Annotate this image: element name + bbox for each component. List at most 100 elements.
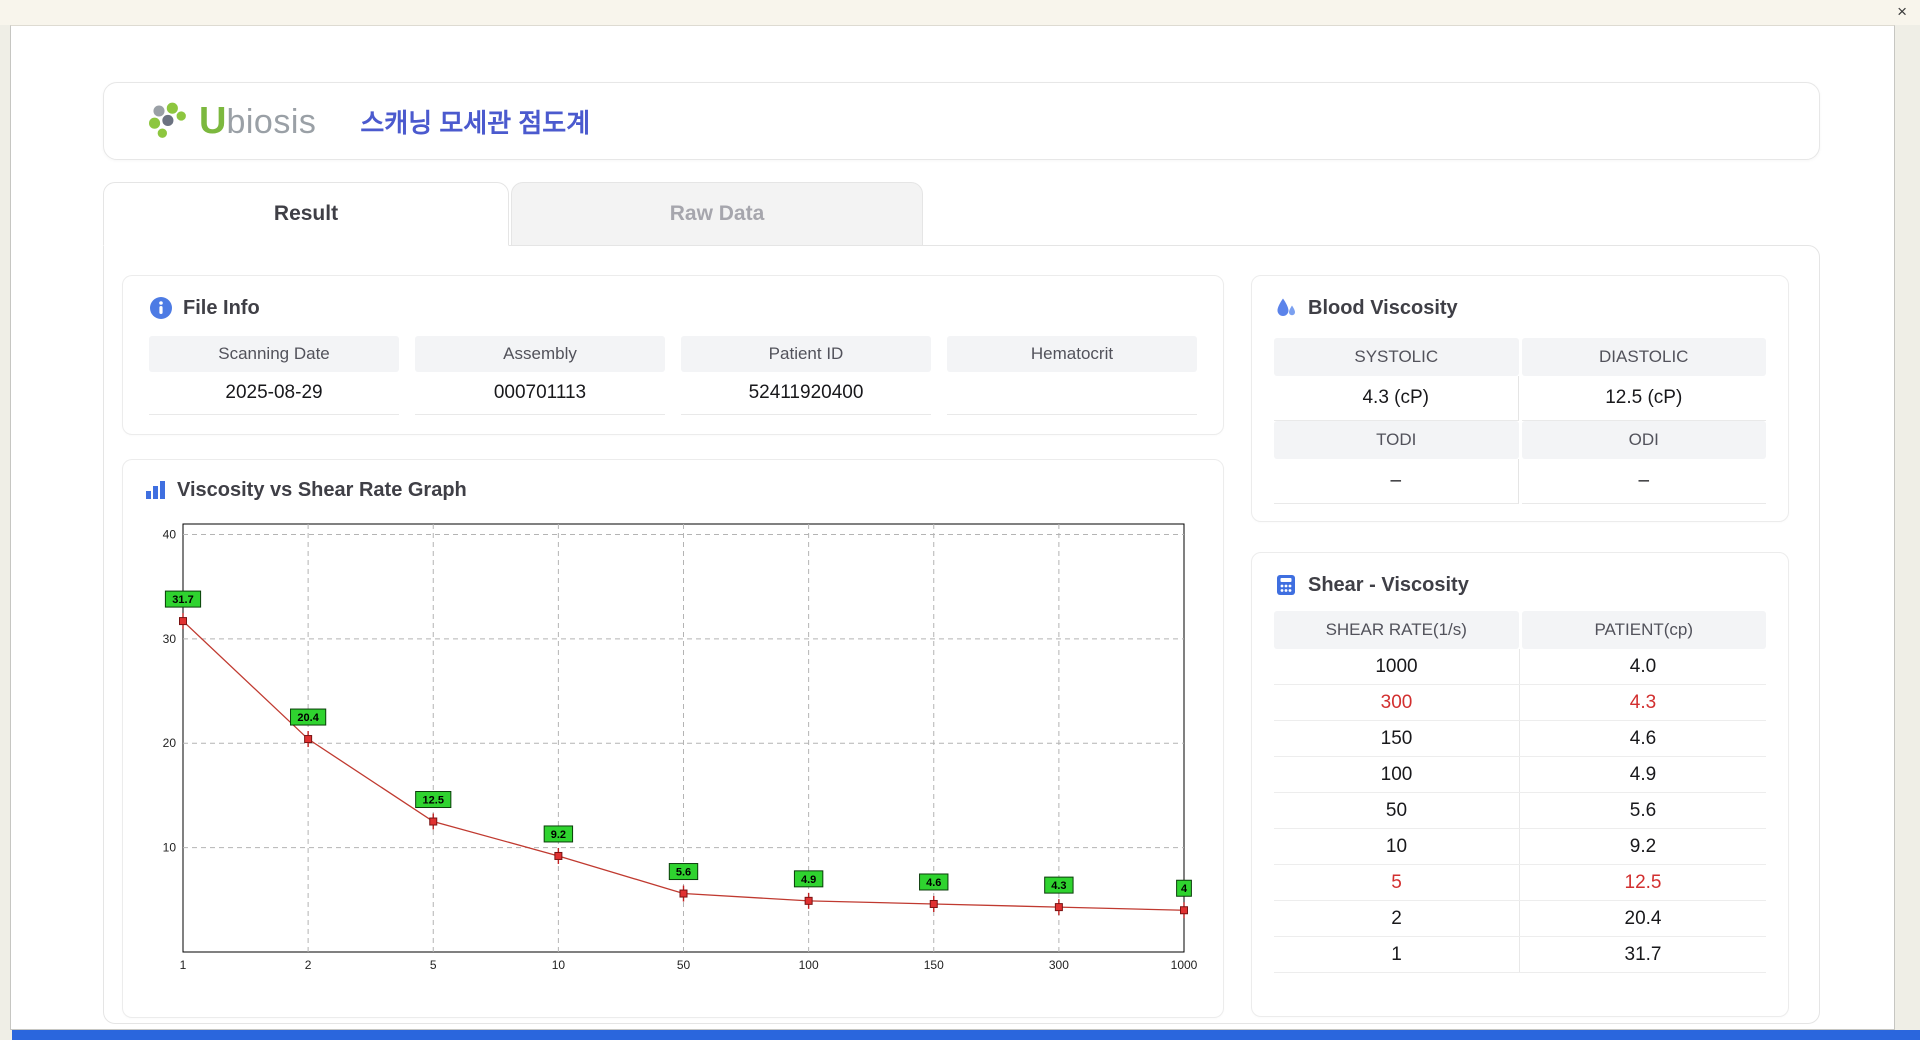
field-scanning-date: Scanning Date 2025-08-29 xyxy=(149,336,399,415)
svg-text:100: 100 xyxy=(799,958,819,972)
patient-viscosity-value: 4.6 xyxy=(1629,727,1657,749)
blood-viscosity-grid: SYSTOLIC DIASTOLIC 4.3 (cP) 12.5 (cP) TO… xyxy=(1274,338,1766,504)
field-value: 2025-08-29 xyxy=(149,372,399,415)
right-column: Blood Viscosity SYSTOLIC DIASTOLIC 4.3 (… xyxy=(1251,275,1789,1023)
svg-text:1000: 1000 xyxy=(1171,958,1198,972)
svg-text:31.7: 31.7 xyxy=(172,594,193,606)
svg-text:50: 50 xyxy=(677,958,691,972)
blood-viscosity-card: Blood Viscosity SYSTOLIC DIASTOLIC 4.3 (… xyxy=(1251,275,1789,522)
diastolic-value: 12.5 (cP) xyxy=(1521,376,1766,421)
app-window: Ubiosis 스캐닝 모세관 점도계 Result Raw Data File… xyxy=(10,25,1895,1030)
patient-viscosity-value: 20.4 xyxy=(1624,907,1662,929)
info-icon xyxy=(150,297,172,319)
shear-rate-column-header: SHEAR RATE(1/s) xyxy=(1274,611,1519,649)
svg-text:40: 40 xyxy=(163,527,177,541)
logo-text: Ubiosis xyxy=(199,100,316,143)
shear-viscosity-row: 1000 4.0 xyxy=(1274,649,1766,685)
patient-viscosity-value: 9.2 xyxy=(1629,835,1657,857)
field-patient-id: Patient ID 52411920400 xyxy=(681,336,931,415)
shear-viscosity-title: Shear - Viscosity xyxy=(1308,573,1469,596)
droplet-icon xyxy=(1277,298,1295,316)
window-bottom-edge xyxy=(12,1030,1920,1040)
patient-viscosity-value: 12.5 xyxy=(1624,871,1662,893)
shear-viscosity-row: 1 31.7 xyxy=(1274,937,1766,973)
svg-text:30: 30 xyxy=(163,632,177,646)
svg-text:10: 10 xyxy=(552,958,566,972)
field-value: 52411920400 xyxy=(681,372,931,415)
svg-text:5.6: 5.6 xyxy=(676,867,691,879)
patient-viscosity-value: 4.9 xyxy=(1629,763,1657,785)
shear-viscosity-card: Shear - Viscosity SHEAR RATE(1/s) PATIEN… xyxy=(1251,552,1789,1017)
shear-viscosity-row: 50 5.6 xyxy=(1274,793,1766,829)
shear-rate-value: 1000 xyxy=(1274,649,1520,684)
file-info-title: File Info xyxy=(183,296,260,319)
svg-text:9.2: 9.2 xyxy=(551,829,566,841)
field-assembly: Assembly 000701113 xyxy=(415,336,665,415)
shear-viscosity-row: 5 12.5 xyxy=(1274,865,1766,901)
app-title: 스캐닝 모세관 점도계 xyxy=(360,107,591,138)
tab-bar: Result Raw Data xyxy=(103,182,1894,246)
shear-rate-value: 10 xyxy=(1274,829,1520,864)
svg-text:4.6: 4.6 xyxy=(926,877,941,889)
shear-viscosity-row: 2 20.4 xyxy=(1274,901,1766,937)
svg-text:2: 2 xyxy=(305,958,312,972)
shear-viscosity-header: Shear - Viscosity xyxy=(1274,573,1766,597)
logo-text-rest: biosis xyxy=(226,102,317,141)
tab-raw-data[interactable]: Raw Data xyxy=(511,182,923,246)
svg-text:12.5: 12.5 xyxy=(423,795,444,807)
svg-text:20.4: 20.4 xyxy=(297,712,319,724)
todi-label: TODI xyxy=(1274,421,1519,459)
shear-viscosity-table: SHEAR RATE(1/s) PATIENT(cp) 1000 4.0 300 4.… xyxy=(1274,611,1766,973)
svg-text:1: 1 xyxy=(180,958,187,972)
patient-column-header: PATIENT(cp) xyxy=(1521,611,1766,649)
shear-rate-value: 50 xyxy=(1274,793,1520,828)
left-column: File Info Scanning Date 2025-08-29 Assem… xyxy=(122,275,1224,1023)
odi-label: ODI xyxy=(1521,421,1766,459)
window-titlebar: × xyxy=(0,0,1920,25)
shear-viscosity-rows: 1000 4.0 300 4.3 150 4.6 100 4.9 50 5.6 10 9.2 5 12.5… xyxy=(1274,649,1766,973)
svg-text:20: 20 xyxy=(163,736,177,750)
calculator-icon xyxy=(1277,575,1295,595)
systolic-value: 4.3 (cP) xyxy=(1274,376,1519,421)
diastolic-label: DIASTOLIC xyxy=(1521,338,1766,376)
svg-text:150: 150 xyxy=(924,958,944,972)
viscosity-shear-chart: 10 20 30 40 1 2 5 10 50 100 150 300 1000 31.7 20.4 12.5… xyxy=(163,523,1198,972)
shear-rate-value: 1 xyxy=(1274,937,1520,972)
shear-rate-value: 150 xyxy=(1274,721,1520,756)
patient-viscosity-value: 5.6 xyxy=(1629,799,1657,821)
graph-title: Viscosity vs Shear Rate Graph xyxy=(177,478,467,501)
field-label: Scanning Date xyxy=(149,336,399,372)
svg-text:4.9: 4.9 xyxy=(801,874,816,886)
tab-result-label: Result xyxy=(273,202,339,225)
svg-text:4: 4 xyxy=(1181,883,1188,895)
shear-rate-value: 300 xyxy=(1274,685,1520,720)
tab-result[interactable]: Result xyxy=(103,182,509,246)
ubiosis-logo: Ubiosis xyxy=(146,100,316,143)
shear-viscosity-row: 300 4.3 xyxy=(1274,685,1766,721)
result-panel: File Info Scanning Date 2025-08-29 Assem… xyxy=(103,245,1820,1024)
logo-text-u: U xyxy=(199,99,227,142)
close-icon[interactable]: × xyxy=(1897,2,1907,22)
svg-text:4.3: 4.3 xyxy=(1051,880,1066,892)
svg-text:300: 300 xyxy=(1049,958,1069,972)
shear-rate-value: 2 xyxy=(1274,901,1520,936)
odi-value: – xyxy=(1521,459,1766,504)
shear-viscosity-table-head: SHEAR RATE(1/s) PATIENT(cp) xyxy=(1274,611,1766,649)
todi-value: – xyxy=(1274,459,1519,504)
field-value xyxy=(947,372,1197,415)
blood-viscosity-header: Blood Viscosity xyxy=(1274,296,1766,320)
field-hematocrit: Hematocrit xyxy=(947,336,1197,415)
file-info-card: File Info Scanning Date 2025-08-29 Assem… xyxy=(122,275,1224,435)
shear-rate-value: 5 xyxy=(1274,865,1520,900)
field-value: 000701113 xyxy=(415,372,665,415)
header-card: Ubiosis 스캐닝 모세관 점도계 xyxy=(103,82,1820,160)
shear-viscosity-row: 100 4.9 xyxy=(1274,757,1766,793)
bar-chart-icon xyxy=(146,481,165,499)
systolic-label: SYSTOLIC xyxy=(1274,338,1519,376)
svg-text:5: 5 xyxy=(430,958,437,972)
patient-viscosity-value: 4.3 xyxy=(1629,691,1657,713)
tab-raw-data-label: Raw Data xyxy=(669,202,765,225)
file-info-fields: Scanning Date 2025-08-29 Assembly 000701… xyxy=(149,336,1197,415)
patient-viscosity-value: 31.7 xyxy=(1624,943,1662,965)
svg-text:10: 10 xyxy=(163,841,177,855)
